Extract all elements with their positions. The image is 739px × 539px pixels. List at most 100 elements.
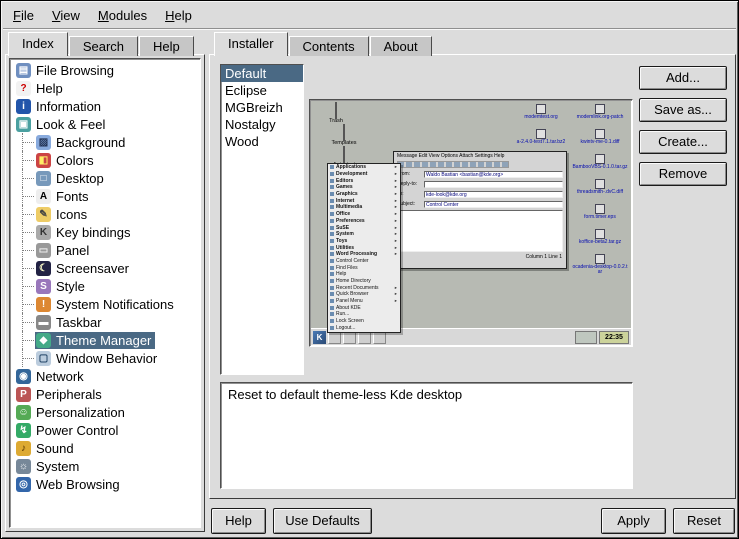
use-defaults-button[interactable]: Use Defaults <box>273 508 372 534</box>
tree-item[interactable]: i Information <box>12 97 200 115</box>
kmenu-item: Quick Browser <box>328 291 400 298</box>
tree-connector <box>22 223 35 241</box>
help-icon: ? <box>16 81 31 96</box>
kmenu-item: Recent Documents <box>328 284 400 291</box>
theme-name: MGBreizh <box>225 100 283 115</box>
desktop-icon: ocadenia-desktop-0.0.2.tar <box>572 254 628 275</box>
tree-item[interactable]: ♪ Sound <box>12 439 200 457</box>
kmenu-item: Graphics <box>328 191 400 198</box>
kmenu-item: About KDE <box>328 304 400 311</box>
menu-view[interactable]: View <box>43 5 89 26</box>
menu-file[interactable]: File <box>4 5 43 26</box>
kmenu-item: Development <box>328 171 400 178</box>
kmenu-item: Find Files <box>328 264 400 271</box>
remove-button[interactable]: Remove <box>639 162 727 186</box>
kmenu-item-icon <box>330 219 334 223</box>
kmenu-item: Lock Screen <box>328 318 400 325</box>
tree-item-content: A Fonts <box>35 188 93 205</box>
tree-item-label: Personalization <box>36 405 125 420</box>
add-button[interactable]: Add... <box>639 66 727 90</box>
theme-list-item[interactable]: Eclipse <box>221 82 303 99</box>
tree-item[interactable]: ☼ System <box>12 457 200 475</box>
apply-button[interactable]: Apply <box>601 508 666 534</box>
file-icon <box>595 254 605 264</box>
tree-item[interactable]: ◆ Theme Manager <box>12 331 200 349</box>
tree-item[interactable]: ◉ Network <box>12 367 200 385</box>
theme-list-item[interactable]: Wood <box>221 133 303 150</box>
tree-item[interactable]: A Fonts <box>12 187 200 205</box>
tree-item-label: Web Browsing <box>36 477 120 492</box>
tree-item-label: System <box>36 459 79 474</box>
menu-help[interactable]: Help <box>156 5 201 26</box>
kmenu-item-icon <box>330 292 334 296</box>
theme-list-item[interactable]: Nostalgy <box>221 116 303 133</box>
desktop-icon: threadsmith-.dvC.diff <box>572 179 628 195</box>
tree-item[interactable]: ▤ File Browsing <box>12 61 200 79</box>
tab-index[interactable]: Index <box>8 32 68 56</box>
look-and-feel-icon: ▣ <box>16 117 31 132</box>
tree-item[interactable]: ▨ Background <box>12 133 200 151</box>
kmenu-item: System <box>328 231 400 238</box>
tree-item[interactable]: ! System Notifications <box>12 295 200 313</box>
tab-contents[interactable]: Contents <box>289 36 369 56</box>
mail-field-input: kde-look@kde.org <box>424 191 563 198</box>
tree-connector <box>22 241 35 259</box>
theme-list-item[interactable]: Default <box>221 65 303 82</box>
tree-item[interactable]: ☺ Personalization <box>12 403 200 421</box>
tree-item-label: Look & Feel <box>36 117 105 132</box>
reset-button[interactable]: Reset <box>673 508 735 534</box>
tree-connector <box>22 151 35 169</box>
tree-item[interactable]: ☾ Screensaver <box>12 259 200 277</box>
tree-item-label: File Browsing <box>36 63 114 78</box>
kmenu-item-icon <box>330 319 334 323</box>
tree-item-label: Peripherals <box>36 387 102 402</box>
trash-icon <box>335 102 337 119</box>
tab-search[interactable]: Search <box>69 36 138 56</box>
tree-item[interactable]: S Style <box>12 277 200 295</box>
tree-item-content: ▭ Panel <box>35 242 93 259</box>
desktop-icon: BambooVBS-0.1.0.tar.gz <box>572 154 628 170</box>
tree-item-label: Panel <box>56 243 89 258</box>
kmenu-item-icon <box>330 246 334 250</box>
tab-about[interactable]: About <box>370 36 432 56</box>
information-icon: i <box>16 99 31 114</box>
mail-field-row: From: Waldo Bastian <bastian@kde.org> <box>394 169 566 179</box>
kmenu-item-icon <box>330 279 334 283</box>
tree-item[interactable]: ▣ Look & Feel <box>12 115 200 133</box>
tree-item[interactable]: P Peripherals <box>12 385 200 403</box>
tree-item[interactable]: □ Desktop <box>12 169 200 187</box>
tab-installer[interactable]: Installer <box>214 32 288 56</box>
fonts-icon: A <box>36 189 51 204</box>
tree-item-content: ! System Notifications <box>35 296 178 313</box>
tree-item-content: ◎ Web Browsing <box>15 476 124 493</box>
tree-item-content: i Information <box>15 98 105 115</box>
kmenu-item-icon <box>330 312 334 316</box>
help-button[interactable]: Help <box>211 508 266 534</box>
tree-item[interactable]: ◎ Web Browsing <box>12 475 200 493</box>
file-icon <box>595 154 605 164</box>
folder-icon <box>343 146 345 163</box>
tree-item[interactable]: ▭ Panel <box>12 241 200 259</box>
kmenu-item-icon <box>330 226 334 230</box>
system-notifications-icon: ! <box>36 297 51 312</box>
save-as-button[interactable]: Save as... <box>639 98 727 122</box>
tree-connector <box>22 277 35 295</box>
theme-name: Nostalgy <box>225 117 276 132</box>
tree-item[interactable]: ▬ Taskbar <box>12 313 200 331</box>
mail-composer-window: Message Edit View Options Attach Setting… <box>393 151 567 269</box>
kmenu-item-icon <box>330 165 334 169</box>
taskbar-icon: ▬ <box>36 315 51 330</box>
tree-item[interactable]: ✎ Icons <box>12 205 200 223</box>
tree-item[interactable]: ↯ Power Control <box>12 421 200 439</box>
tree-item[interactable]: ▢ Window Behavior <box>12 349 200 367</box>
tab-help[interactable]: Help <box>139 36 194 56</box>
menu-modules[interactable]: Modules <box>89 5 156 26</box>
tree-item[interactable]: K Key bindings <box>12 223 200 241</box>
tree-item-label: Sound <box>36 441 74 456</box>
kmenu-item: Control Center <box>328 258 400 265</box>
theme-list-item[interactable]: MGBreizh <box>221 99 303 116</box>
tree-item[interactable]: ◧ Colors <box>12 151 200 169</box>
tree-item[interactable]: ? Help <box>12 79 200 97</box>
kmenu-item-icon <box>330 185 334 189</box>
create-button[interactable]: Create... <box>639 130 727 154</box>
